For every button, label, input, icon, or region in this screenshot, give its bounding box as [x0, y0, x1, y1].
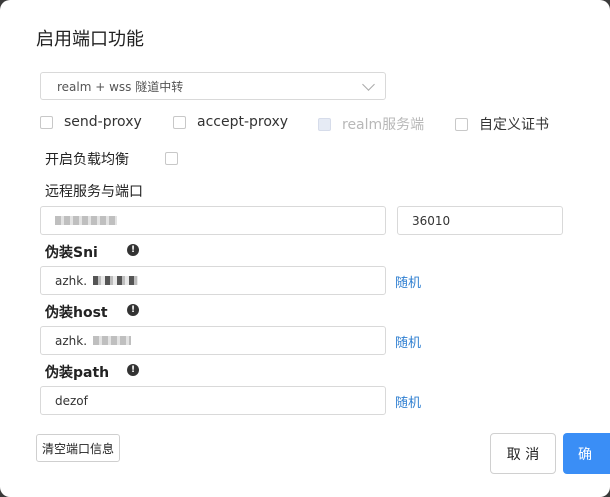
path-input[interactable]: dezof [40, 386, 386, 415]
path-random-link[interactable]: 随机 [395, 392, 421, 411]
dialog-title: 启用端口功能 [36, 29, 144, 50]
checkbox-label: realm服务端 [342, 117, 425, 133]
confirm-button[interactable]: 确 [563, 433, 610, 474]
checkbox-box[interactable] [455, 117, 468, 131]
info-icon[interactable]: ! [127, 304, 139, 316]
clear-port-info-button[interactable]: 清空端口信息 [36, 434, 121, 462]
checkbox-label: send-proxy [64, 114, 142, 130]
remote-port-input[interactable]: 36010 [397, 206, 563, 235]
sni-input[interactable]: azhk. [40, 266, 386, 295]
checkbox-box[interactable] [40, 115, 53, 129]
send-proxy-checkbox[interactable]: send-proxy [40, 114, 142, 130]
checkbox-box[interactable] [173, 115, 186, 129]
remote-host-input[interactable] [40, 206, 386, 235]
host-input[interactable]: azhk. [40, 326, 386, 355]
checkbox-label: 自定义证书 [479, 117, 549, 133]
mode-select-value: realm + wss 隧道中转 [57, 79, 184, 94]
info-icon[interactable]: ! [127, 244, 139, 256]
path-label: 伪装path [45, 365, 110, 381]
enable-port-dialog: 启用端口功能 realm + wss 隧道中转 send-proxy accep… [0, 0, 610, 497]
redacted-text [93, 276, 139, 285]
checkbox-label: accept-proxy [197, 114, 289, 130]
checkbox-box [318, 117, 331, 131]
mode-select[interactable]: realm + wss 隧道中转 [40, 72, 386, 100]
option-checkboxes: send-proxy accept-proxy realm服务端 自定义证书 [40, 114, 580, 134]
remote-label: 远程服务与端口 [45, 184, 143, 200]
accept-proxy-checkbox[interactable]: accept-proxy [173, 114, 288, 130]
remote-port-value: 36010 [412, 213, 451, 228]
chevron-down-icon [362, 78, 375, 91]
host-label: 伪装host [45, 305, 108, 321]
realm-server-checkbox: realm服务端 [318, 114, 424, 134]
sni-value: azhk. [55, 273, 88, 288]
host-random-link[interactable]: 随机 [395, 332, 421, 351]
custom-cert-checkbox[interactable]: 自定义证书 [455, 114, 549, 134]
redacted-text [55, 216, 117, 225]
path-value: dezof [55, 393, 88, 408]
host-value: azhk. [55, 333, 88, 348]
info-icon[interactable]: ! [127, 364, 139, 376]
load-balance-checkbox[interactable] [165, 152, 178, 165]
sni-label: 伪装Sni [45, 245, 98, 261]
redacted-text [93, 336, 132, 345]
cancel-button[interactable]: 取 消 [490, 433, 556, 474]
load-balance-label: 开启负载均衡 [45, 152, 129, 168]
sni-random-link[interactable]: 随机 [395, 272, 421, 291]
